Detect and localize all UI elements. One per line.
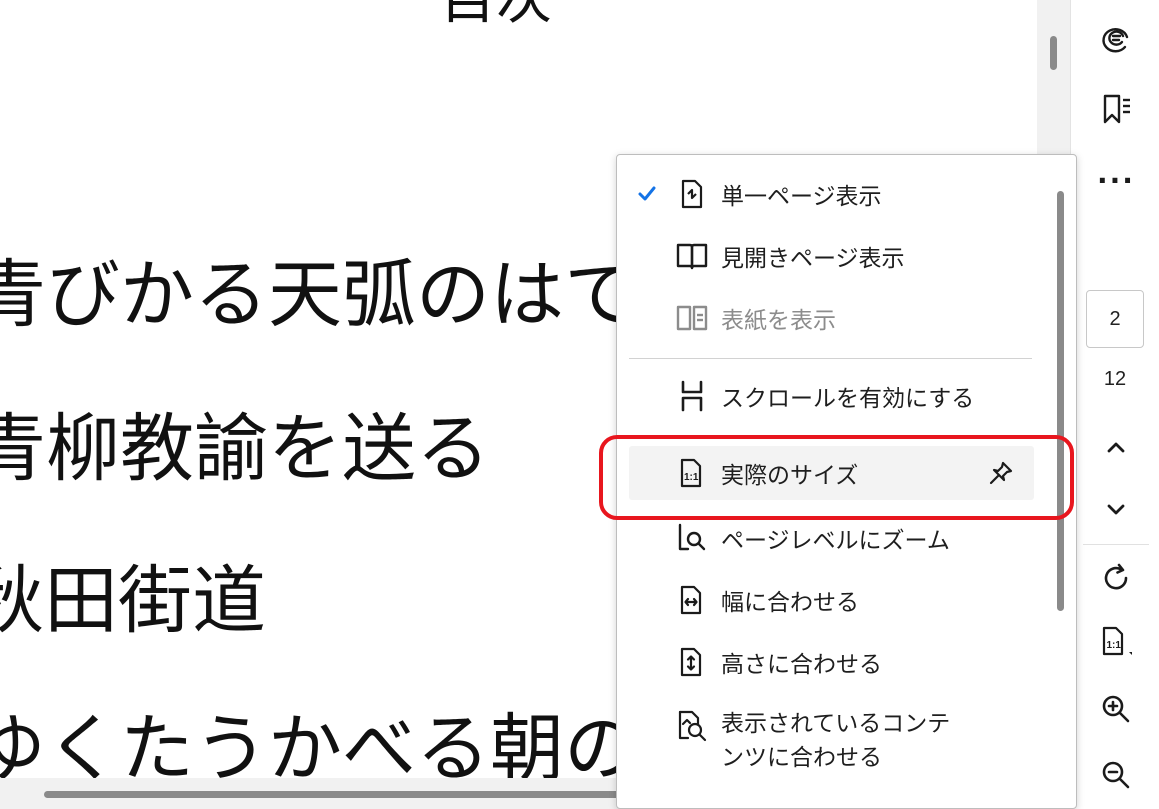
page-total: 12 [1103,368,1127,390]
svg-text:1:1: 1:1 [1107,640,1122,651]
ai-assistant-button[interactable] [1093,18,1139,64]
page-number-input[interactable]: 2 [1086,290,1144,348]
toolbar-divider [1083,544,1149,545]
actual-size-button[interactable]: 1:1 [1093,621,1139,667]
more-icon: ··· [1097,164,1135,197]
single-page-icon [675,177,709,211]
menu-item-two-page[interactable]: 見開きページ表示 [629,229,1034,283]
menu-item-label: 高さに合わせる [721,652,882,678]
vertical-scroll-thumb[interactable] [1050,36,1057,70]
previous-page-button[interactable] [1093,426,1139,472]
fit-width-icon [675,583,709,617]
menu-item-label: 見開きページ表示 [721,246,905,272]
menu-item-fit-width[interactable]: 幅に合わせる [629,573,1034,627]
document-line: 青柳教諭を送る [0,406,490,492]
two-page-icon [675,239,709,273]
menu-item-enable-scroll[interactable]: スクロールを有効にする [629,369,1034,423]
menu-item-zoom-page-level[interactable]: ページレベルにズーム [629,511,1034,565]
zoom-in-icon [1100,693,1132,729]
ai-assistant-icon [1100,23,1132,59]
menu-item-fit-visible[interactable]: 表示されているコンテンツに合わせる [629,697,1034,777]
zoom-out-icon [1100,759,1132,795]
zoom-in-button[interactable] [1093,688,1139,734]
menu-item-actual-size[interactable]: 1:1 実際のサイズ [629,446,1034,500]
menu-scrollbar[interactable] [1054,161,1070,801]
document-line: ゆくたうかべる朝の [0,706,638,778]
checkmark-icon [629,184,665,204]
menu-scroll-thumb[interactable] [1057,191,1064,611]
fit-height-icon [675,645,709,679]
menu-item-label: スクロールを有効にする [721,386,975,412]
page-zoom-icon [675,521,709,555]
horizontal-scroll-thumb[interactable] [44,791,644,798]
rotate-button[interactable] [1093,557,1139,603]
menu-item-fit-height[interactable]: 高さに合わせる [629,635,1034,689]
zoom-out-button[interactable] [1093,754,1139,800]
menu-item-label: 単一ページ表示 [721,184,882,210]
actual-size-icon: 1:1 [675,456,709,490]
actual-size-icon: 1:1 [1099,625,1133,663]
bookmark-list-icon [1099,92,1133,130]
next-page-button[interactable] [1093,488,1139,534]
chevron-down-icon [1104,497,1128,525]
menu-item-label: ページレベルにズーム [721,528,950,554]
document-line: 秋田街道 [0,558,266,644]
document-title: 目次 [440,0,552,28]
chevron-up-icon [1104,435,1128,463]
menu-item-label: 表紙を表示 [721,308,836,334]
menu-divider [629,358,1032,359]
more-options-button[interactable]: ··· [1093,158,1139,204]
fit-visible-icon [675,709,709,743]
svg-text:1:1: 1:1 [684,472,699,483]
pin-icon[interactable] [988,460,1014,490]
menu-item-label: 幅に合わせる [721,590,859,616]
rotate-icon [1101,563,1131,597]
menu-item-show-cover: 表紙を表示 [629,291,1034,345]
menu-item-single-page[interactable]: 単一ページ表示 [629,167,1034,221]
right-toolbar: ··· 2 12 1:1 [1070,0,1159,809]
document-line: 青びかる天弧のはて [0,252,638,338]
scroll-icon [675,379,709,413]
cover-page-icon [675,301,709,335]
bookmarks-button[interactable] [1093,88,1139,134]
menu-item-label: 実際のサイズ [721,463,859,489]
page-display-menu: 単一ページ表示 見開きページ表示 表紙を表示 スクロールを有効にする 1:1 実… [616,154,1077,809]
menu-item-label: 表示されているコンテンツに合わせる [721,711,951,771]
